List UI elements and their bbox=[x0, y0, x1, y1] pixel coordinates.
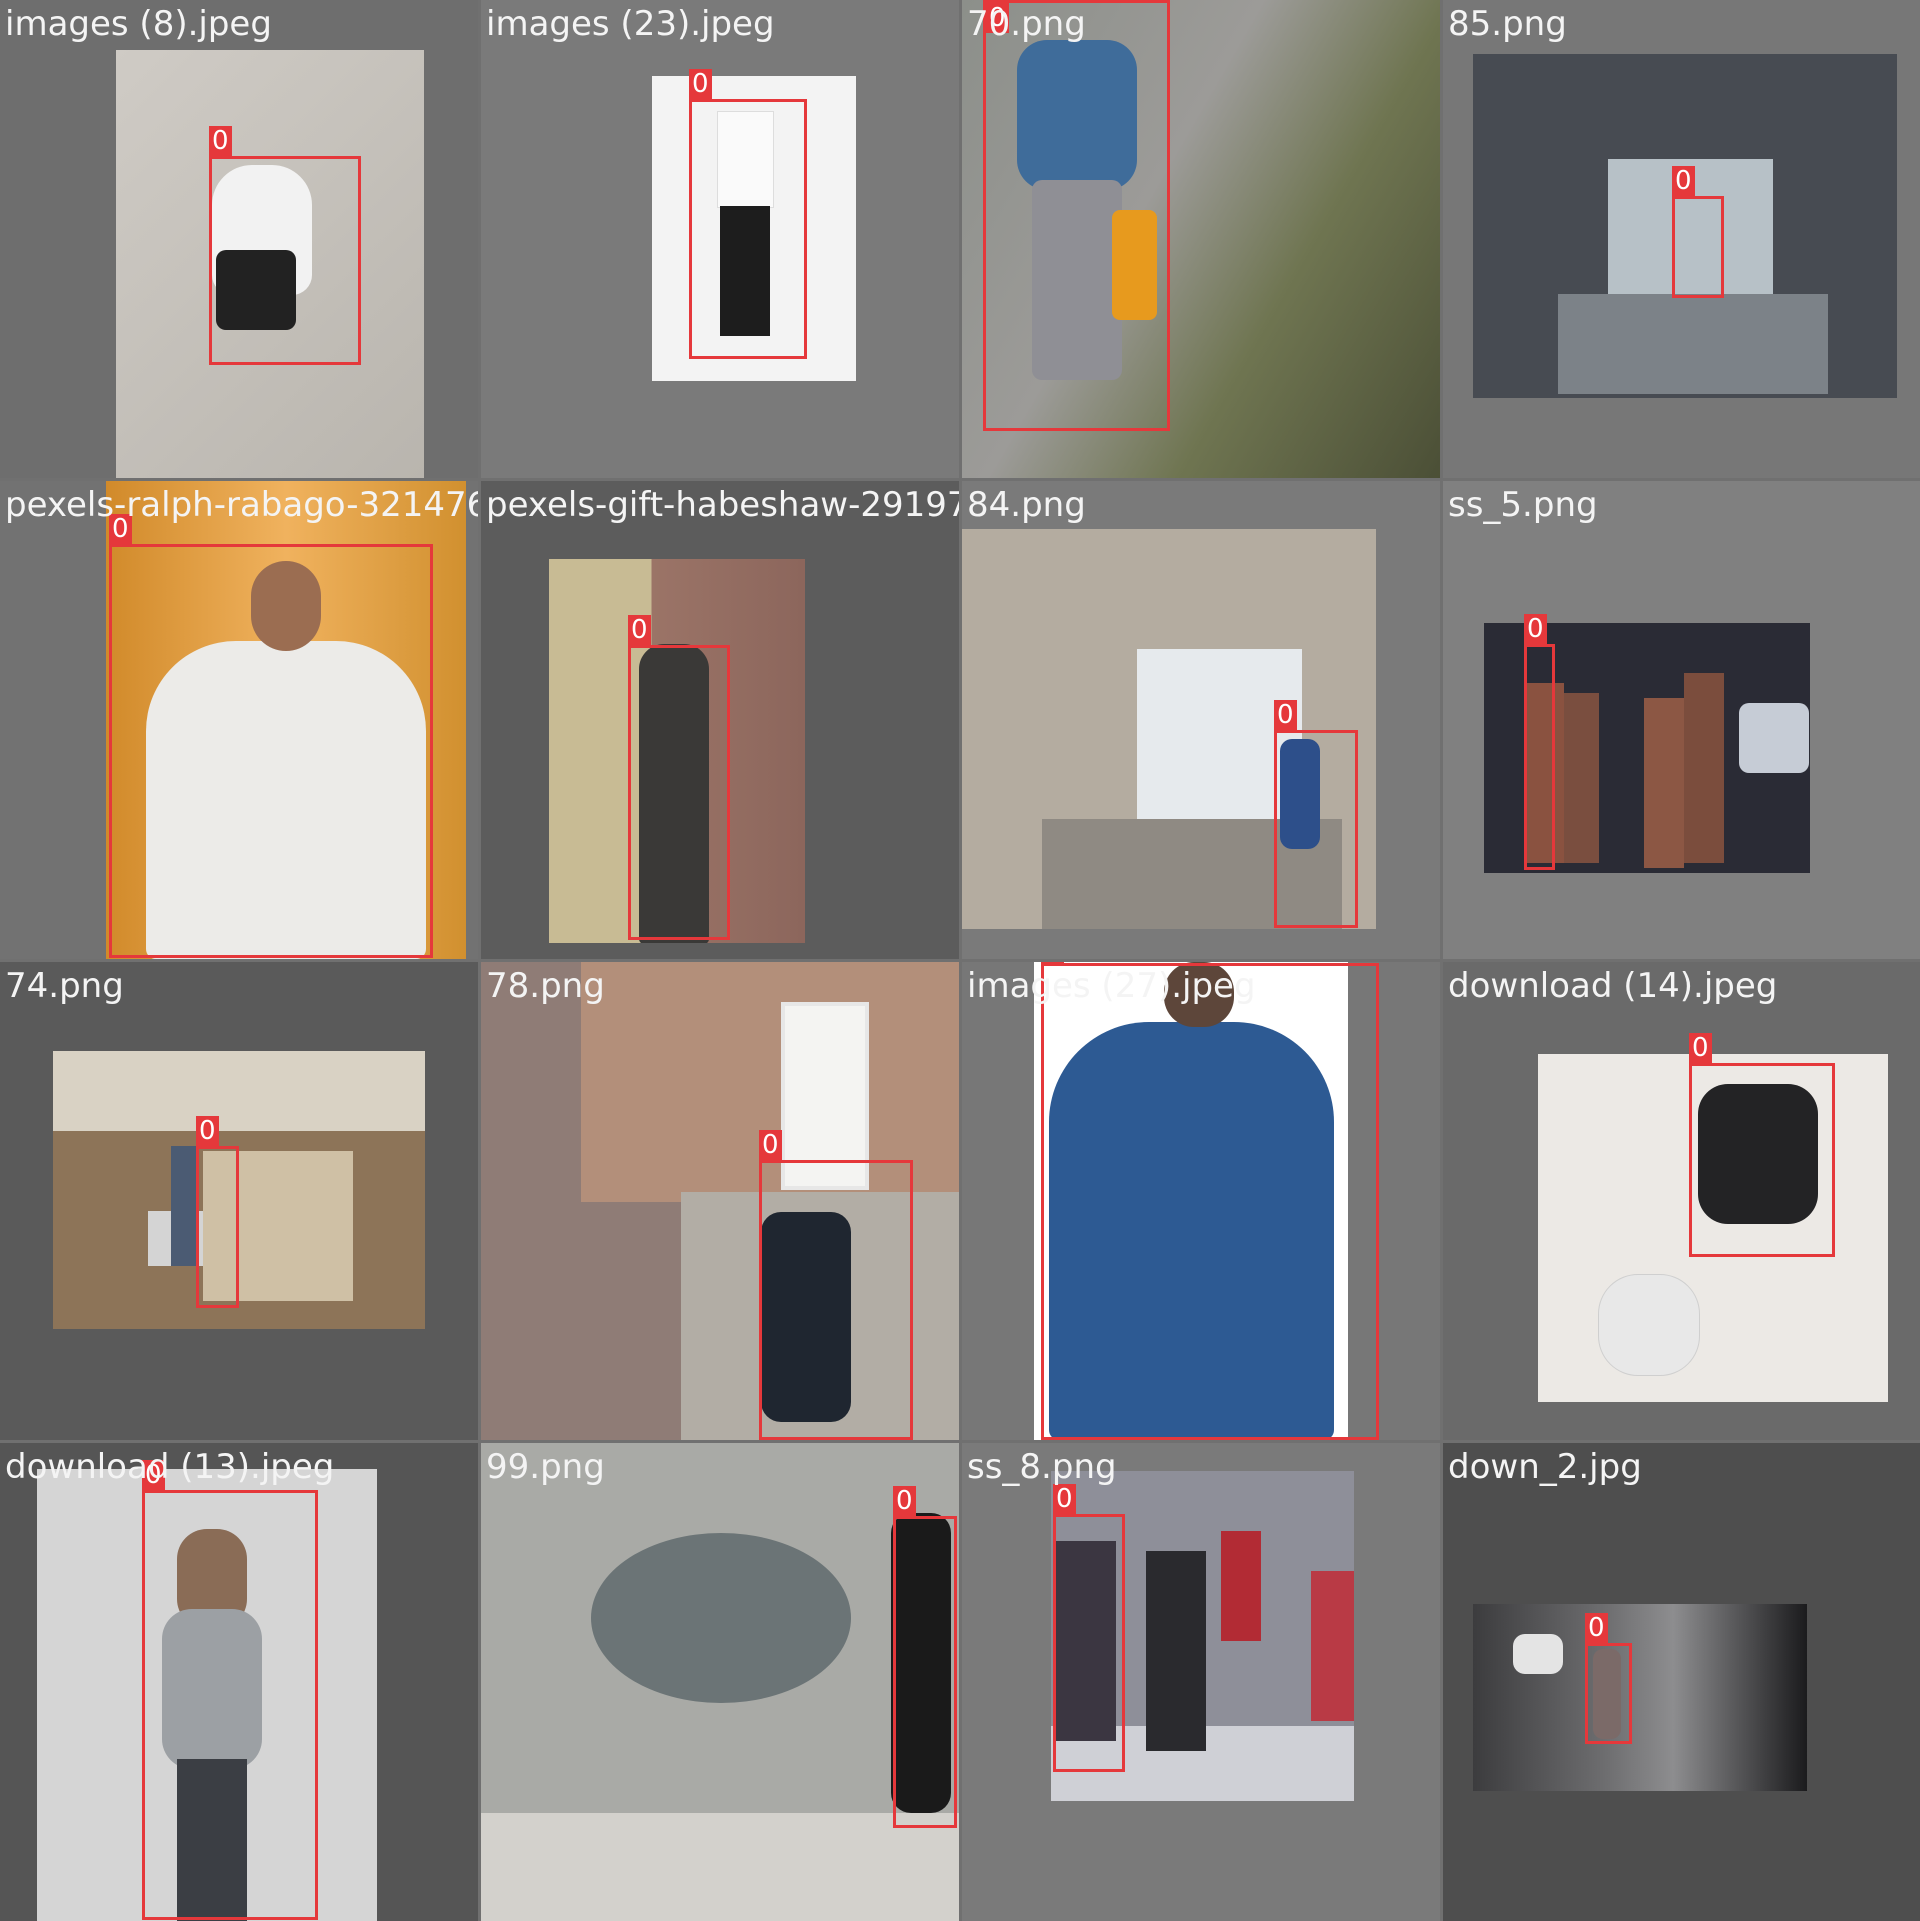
detection-box: 0 bbox=[109, 514, 433, 958]
tile-ss-5: ss_5.png 0 bbox=[1443, 481, 1920, 959]
person-figure bbox=[1564, 693, 1599, 863]
detection-box: 0 bbox=[1689, 1033, 1835, 1257]
detection-box: 0 bbox=[1672, 166, 1724, 298]
tile-label: pexels-gift-habeshaw-2919746 (1).jpg bbox=[486, 485, 959, 525]
tile-84: 84.png 0 bbox=[962, 481, 1440, 959]
tile-99: 99.png 0 bbox=[481, 1443, 959, 1921]
tile-download-13: download (13).jpeg 0 bbox=[0, 1443, 478, 1921]
tile-images-27: images (27).jpeg 0 bbox=[962, 962, 1440, 1440]
detection-box: 0 bbox=[1585, 1613, 1632, 1744]
tile-pexels-ralph-rabago: pexels-ralph-rabago-3214769.jpg 0 bbox=[0, 481, 478, 959]
tile-label: download (14).jpeg bbox=[1448, 966, 1778, 1006]
person-figure bbox=[1598, 1274, 1700, 1376]
person-figure bbox=[591, 1533, 851, 1703]
box-class-tag: 0 bbox=[893, 1486, 916, 1516]
detection-box: 0 bbox=[1524, 614, 1555, 870]
tile-ss-8: ss_8.png 0 bbox=[962, 1443, 1440, 1921]
box-class-tag: 0 bbox=[1585, 1613, 1608, 1643]
tile-74: 74.png 0 bbox=[0, 962, 478, 1440]
tile-label: 99.png bbox=[486, 1447, 605, 1487]
box-class-tag: 0 bbox=[196, 1116, 219, 1146]
person-figure bbox=[1221, 1531, 1261, 1641]
tile-78: 78.png 0 bbox=[481, 962, 959, 1440]
box-class-tag: 0 bbox=[209, 126, 232, 156]
detection-box: 0 bbox=[893, 1486, 957, 1828]
detection-box: 0 bbox=[209, 126, 361, 365]
tile-70: 70.png 0 bbox=[962, 0, 1440, 478]
detection-box: 0 bbox=[142, 1460, 318, 1920]
detection-box: 0 bbox=[1053, 1484, 1125, 1772]
tile-images-8: images (8).jpeg 0 bbox=[0, 0, 478, 478]
tile-label: pexels-ralph-rabago-3214769.jpg bbox=[5, 485, 478, 525]
box-class-tag: 0 bbox=[759, 1130, 782, 1160]
tile-images-23: images (23).jpeg 0 bbox=[481, 0, 959, 478]
box-class-tag: 0 bbox=[1053, 1484, 1076, 1514]
person-figure bbox=[1513, 1634, 1563, 1674]
photo bbox=[1473, 1604, 1807, 1791]
person-figure bbox=[171, 1146, 196, 1266]
tile-down-2: down_2.jpg 0 bbox=[1443, 1443, 1920, 1921]
tile-label: download (13).jpeg bbox=[5, 1447, 335, 1487]
tile-label: 85.png bbox=[1448, 4, 1567, 44]
tile-download-14: download (14).jpeg 0 bbox=[1443, 962, 1920, 1440]
box-class-tag: 0 bbox=[1041, 962, 1064, 963]
detection-box: 0 bbox=[759, 1130, 913, 1440]
tile-label: images (8).jpeg bbox=[5, 4, 272, 44]
detection-box: 0 bbox=[983, 0, 1170, 431]
tile-label: images (23).jpeg bbox=[486, 4, 775, 44]
photo bbox=[481, 1443, 959, 1921]
person-figure bbox=[1558, 294, 1828, 394]
tile-label: 74.png bbox=[5, 966, 124, 1006]
person-figure bbox=[1311, 1571, 1354, 1721]
detection-mosaic: images (8).jpeg 0 images (23).jpeg 0 70.… bbox=[0, 0, 1920, 1921]
detection-box: 0 bbox=[1274, 700, 1358, 928]
person-figure bbox=[1739, 703, 1809, 773]
box-class-tag: 0 bbox=[1672, 166, 1695, 196]
box-class-tag: 0 bbox=[628, 615, 651, 645]
person-figure bbox=[53, 1051, 425, 1131]
person-figure bbox=[481, 1813, 959, 1921]
detection-box: 0 bbox=[196, 1116, 239, 1308]
tile-label: ss_8.png bbox=[967, 1447, 1117, 1487]
detection-box: 0 bbox=[1041, 962, 1379, 1440]
box-class-tag: 0 bbox=[689, 69, 712, 99]
box-class-tag: 0 bbox=[1274, 700, 1297, 730]
person-figure bbox=[1644, 698, 1684, 868]
person-figure bbox=[1684, 673, 1724, 863]
box-class-tag: 0 bbox=[1689, 1033, 1712, 1063]
detection-box: 0 bbox=[689, 69, 807, 359]
tile-85: 85.png 0 bbox=[1443, 0, 1920, 478]
tile-pexels-gift-habeshaw: pexels-gift-habeshaw-2919746 (1).jpg 0 bbox=[481, 481, 959, 959]
box-class-tag: 0 bbox=[1524, 614, 1547, 644]
tile-label: 78.png bbox=[486, 966, 605, 1006]
tile-label: down_2.jpg bbox=[1448, 1447, 1642, 1487]
tile-label: images (27).jpeg bbox=[967, 966, 1256, 1006]
photo bbox=[53, 1051, 425, 1329]
detection-box: 0 bbox=[628, 615, 730, 940]
tile-label: ss_5.png bbox=[1448, 485, 1598, 525]
person-figure bbox=[1146, 1551, 1206, 1751]
tile-label: 84.png bbox=[967, 485, 1086, 525]
tile-label: 70.png bbox=[967, 4, 1086, 44]
